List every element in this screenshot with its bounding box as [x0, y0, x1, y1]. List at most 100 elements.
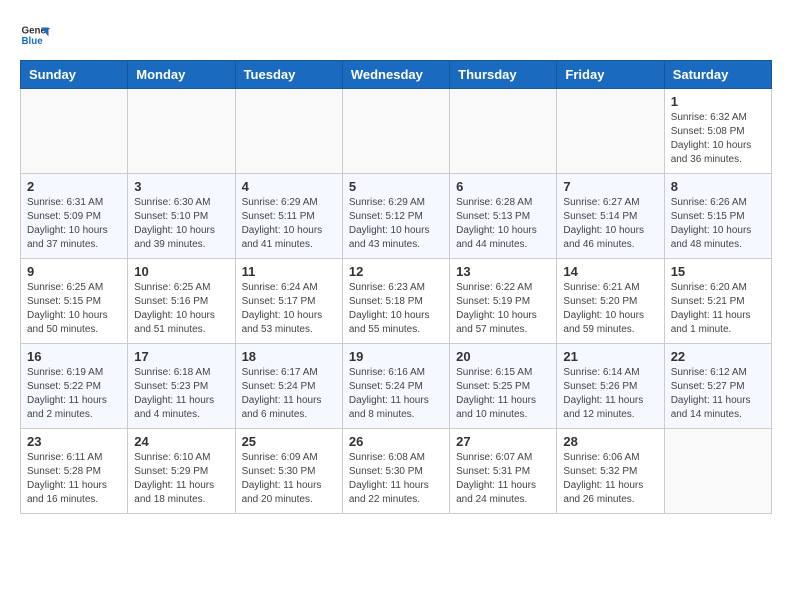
day-number: 5 [349, 179, 443, 194]
day-info: Sunrise: 6:19 AM Sunset: 5:22 PM Dayligh… [27, 366, 121, 422]
day-number: 1 [671, 94, 765, 109]
day-info: Sunrise: 6:23 AM Sunset: 5:18 PM Dayligh… [349, 281, 443, 337]
day-number: 15 [671, 264, 765, 279]
calendar-cell: 21 Sunrise: 6:14 AM Sunset: 5:26 PM Dayli… [557, 344, 664, 429]
calendar-week-row: 9 Sunrise: 6:25 AM Sunset: 5:15 PM Daylig… [21, 259, 772, 344]
day-info: Sunrise: 6:31 AM Sunset: 5:09 PM Dayligh… [27, 196, 121, 252]
day-number: 18 [242, 349, 336, 364]
day-info: Sunrise: 6:07 AM Sunset: 5:31 PM Dayligh… [456, 451, 550, 507]
calendar-cell: 19 Sunrise: 6:16 AM Sunset: 5:24 PM Dayli… [342, 344, 449, 429]
calendar-cell: 20Sunrise: 6:15 AM Sunset: 5:25 PM Dayli… [450, 344, 557, 429]
day-info: Sunrise: 6:16 AM Sunset: 5:24 PM Dayligh… [349, 366, 443, 422]
calendar-cell: 5 Sunrise: 6:29 AM Sunset: 5:12 PM Daylig… [342, 174, 449, 259]
logo: General Blue [20, 20, 50, 50]
calendar-cell: 1 Sunrise: 6:32 AM Sunset: 5:08 PM Daylig… [664, 89, 771, 174]
day-info: Sunrise: 6:22 AM Sunset: 5:19 PM Dayligh… [456, 281, 550, 337]
day-number: 2 [27, 179, 121, 194]
weekday-header: Saturday [664, 61, 771, 89]
calendar-cell [342, 89, 449, 174]
calendar-cell: 6 Sunrise: 6:28 AM Sunset: 5:13 PM Daylig… [450, 174, 557, 259]
day-number: 4 [242, 179, 336, 194]
day-number: 10 [134, 264, 228, 279]
weekday-header: Thursday [450, 61, 557, 89]
day-info: Sunrise: 6:06 AM Sunset: 5:32 PM Dayligh… [563, 451, 657, 507]
weekday-header: Sunday [21, 61, 128, 89]
day-info: Sunrise: 6:27 AM Sunset: 5:14 PM Dayligh… [563, 196, 657, 252]
day-info: Sunrise: 6:29 AM Sunset: 5:11 PM Dayligh… [242, 196, 336, 252]
day-number: 14 [563, 264, 657, 279]
day-info: Sunrise: 6:25 AM Sunset: 5:15 PM Dayligh… [27, 281, 121, 337]
day-number: 8 [671, 179, 765, 194]
day-info: Sunrise: 6:14 AM Sunset: 5:26 PM Dayligh… [563, 366, 657, 422]
day-info: Sunrise: 6:32 AM Sunset: 5:08 PM Dayligh… [671, 111, 765, 167]
day-info: Sunrise: 6:09 AM Sunset: 5:30 PM Dayligh… [242, 451, 336, 507]
day-number: 23 [27, 434, 121, 449]
calendar-cell: 24 Sunrise: 6:10 AM Sunset: 5:29 PM Dayli… [128, 429, 235, 514]
calendar-cell [21, 89, 128, 174]
day-number: 25 [242, 434, 336, 449]
calendar-cell: 27 Sunrise: 6:07 AM Sunset: 5:31 PM Dayli… [450, 429, 557, 514]
calendar-cell [128, 89, 235, 174]
day-info: Sunrise: 6:24 AM Sunset: 5:17 PM Dayligh… [242, 281, 336, 337]
calendar-cell: 14 Sunrise: 6:21 AM Sunset: 5:20 PM Dayli… [557, 259, 664, 344]
weekday-header: Monday [128, 61, 235, 89]
day-number: 12 [349, 264, 443, 279]
day-info: Sunrise: 6:28 AM Sunset: 5:13 PM Dayligh… [456, 196, 550, 252]
calendar-cell [664, 429, 771, 514]
calendar-cell [450, 89, 557, 174]
day-info: Sunrise: 6:17 AM Sunset: 5:24 PM Dayligh… [242, 366, 336, 422]
day-number: 11 [242, 264, 336, 279]
day-number: 19 [349, 349, 443, 364]
day-number: 3 [134, 179, 228, 194]
weekday-header: Tuesday [235, 61, 342, 89]
logo-icon: General Blue [20, 20, 50, 50]
day-info: Sunrise: 6:10 AM Sunset: 5:29 PM Dayligh… [134, 451, 228, 507]
day-number: 16 [27, 349, 121, 364]
calendar-cell: 9 Sunrise: 6:25 AM Sunset: 5:15 PM Daylig… [21, 259, 128, 344]
calendar-cell: 15 Sunrise: 6:20 AM Sunset: 5:21 PM Dayli… [664, 259, 771, 344]
calendar-table: SundayMondayTuesdayWednesdayThursdayFrid… [20, 60, 772, 514]
calendar-cell [557, 89, 664, 174]
day-number: 26 [349, 434, 443, 449]
calendar-cell: 26Sunrise: 6:08 AM Sunset: 5:30 PM Dayli… [342, 429, 449, 514]
calendar-cell: 12 Sunrise: 6:23 AM Sunset: 5:18 PM Dayli… [342, 259, 449, 344]
svg-text:Blue: Blue [22, 36, 44, 47]
calendar-header-row: SundayMondayTuesdayWednesdayThursdayFrid… [21, 61, 772, 89]
weekday-header: Wednesday [342, 61, 449, 89]
calendar-cell: 18 Sunrise: 6:17 AM Sunset: 5:24 PM Dayli… [235, 344, 342, 429]
day-number: 24 [134, 434, 228, 449]
calendar-cell: 3 Sunrise: 6:30 AM Sunset: 5:10 PM Daylig… [128, 174, 235, 259]
calendar-cell: 4 Sunrise: 6:29 AM Sunset: 5:11 PM Daylig… [235, 174, 342, 259]
day-info: Sunrise: 6:12 AM Sunset: 5:27 PM Dayligh… [671, 366, 765, 422]
day-info: Sunrise: 6:11 AM Sunset: 5:28 PM Dayligh… [27, 451, 121, 507]
weekday-header: Friday [557, 61, 664, 89]
day-number: 21 [563, 349, 657, 364]
calendar-week-row: 2 Sunrise: 6:31 AM Sunset: 5:09 PM Daylig… [21, 174, 772, 259]
calendar-cell: 10 Sunrise: 6:25 AM Sunset: 5:16 PM Dayli… [128, 259, 235, 344]
day-number: 27 [456, 434, 550, 449]
calendar-cell: 16 Sunrise: 6:19 AM Sunset: 5:22 PM Dayli… [21, 344, 128, 429]
day-info: Sunrise: 6:21 AM Sunset: 5:20 PM Dayligh… [563, 281, 657, 337]
calendar-cell: 11 Sunrise: 6:24 AM Sunset: 5:17 PM Dayli… [235, 259, 342, 344]
day-number: 13 [456, 264, 550, 279]
calendar-cell: 7 Sunrise: 6:27 AM Sunset: 5:14 PM Daylig… [557, 174, 664, 259]
day-info: Sunrise: 6:25 AM Sunset: 5:16 PM Dayligh… [134, 281, 228, 337]
day-info: Sunrise: 6:15 AM Sunset: 5:25 PM Dayligh… [456, 366, 550, 422]
calendar-cell: 13 Sunrise: 6:22 AM Sunset: 5:19 PM Dayli… [450, 259, 557, 344]
calendar-cell: 22Sunrise: 6:12 AM Sunset: 5:27 PM Dayli… [664, 344, 771, 429]
calendar-cell [235, 89, 342, 174]
day-info: Sunrise: 6:29 AM Sunset: 5:12 PM Dayligh… [349, 196, 443, 252]
calendar-cell: 25 Sunrise: 6:09 AM Sunset: 5:30 PM Dayli… [235, 429, 342, 514]
day-number: 9 [27, 264, 121, 279]
day-number: 28 [563, 434, 657, 449]
day-number: 17 [134, 349, 228, 364]
day-number: 7 [563, 179, 657, 194]
calendar-cell: 2 Sunrise: 6:31 AM Sunset: 5:09 PM Daylig… [21, 174, 128, 259]
day-info: Sunrise: 6:20 AM Sunset: 5:21 PM Dayligh… [671, 281, 765, 337]
day-number: 6 [456, 179, 550, 194]
calendar-cell: 17Sunrise: 6:18 AM Sunset: 5:23 PM Dayli… [128, 344, 235, 429]
page-header: General Blue [20, 20, 772, 50]
calendar-week-row: 1 Sunrise: 6:32 AM Sunset: 5:08 PM Daylig… [21, 89, 772, 174]
calendar-cell: 8Sunrise: 6:26 AM Sunset: 5:15 PM Daylig… [664, 174, 771, 259]
day-info: Sunrise: 6:30 AM Sunset: 5:10 PM Dayligh… [134, 196, 228, 252]
